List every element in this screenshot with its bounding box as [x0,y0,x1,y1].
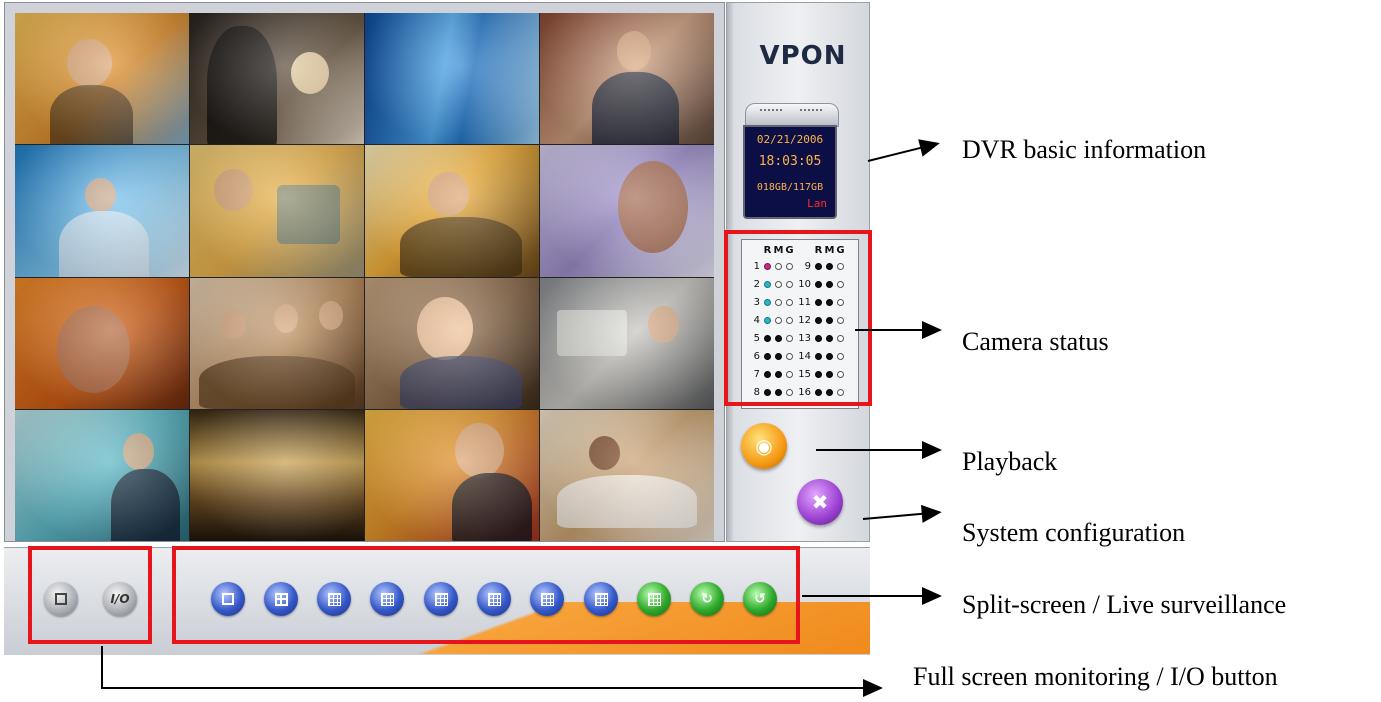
wrench-screwdriver-icon: ✖ [811,491,829,514]
camera-view-9[interactable] [15,277,189,409]
split-13-button[interactable] [530,582,564,616]
split-9-button[interactable] [424,582,458,616]
camera-view-4[interactable] [540,13,714,145]
rotate-icon: ↻ [701,591,713,607]
fullscreen-connector-vertical [101,646,103,688]
split-4-button[interactable] [264,582,298,616]
fullscreen-io-arrow [101,679,883,697]
io-label: I/O [110,592,130,606]
playback-button[interactable]: ◉ [741,423,787,469]
dvr-date: 02/21/2006 [756,133,824,146]
split-screen-caption: Split-screen / Live surveillance [962,590,1287,619]
rotate-reverse-icon: ↺ [754,591,766,607]
dvr-time: 18:03:05 [758,154,822,169]
split-8-button[interactable] [370,582,404,616]
split-grid-icon [487,592,501,606]
fullscreen-icon [55,593,67,605]
split-16-button[interactable] [584,582,618,616]
split-grid-icon [327,592,341,606]
camera-view-2[interactable] [190,13,364,145]
split-grid-icon [380,592,394,606]
camera-view-15[interactable] [365,409,539,541]
camera-view-8[interactable] [540,145,714,277]
io-button[interactable]: I/O [103,582,137,616]
reverse-sequence-button[interactable]: ↺ [743,582,777,616]
camera-view-16[interactable] [540,409,714,541]
dvr-info-caption: DVR basic information [962,135,1207,164]
camera-view-3[interactable] [365,13,539,145]
split-1-button[interactable] [211,582,245,616]
camera-view-11[interactable] [365,277,539,409]
pip-button[interactable] [637,582,671,616]
video-monitor-area [4,2,725,542]
system-config-arrow [862,511,940,520]
split-6-button[interactable] [317,582,351,616]
split-grid-icon [540,592,554,606]
camera-status-highlight [724,230,872,406]
fullscreen-io-caption: Full screen monitoring / I/O button [913,662,1278,691]
quad-view-icon [274,592,288,606]
playback-caption: Playback [962,447,1058,476]
camera-view-6[interactable] [190,145,364,277]
dvr-info-display: 02/21/2006 18:03:05 018GB/117GB Lan [743,103,839,221]
single-view-icon [222,593,234,605]
playback-arrow [816,441,942,459]
playback-disc-icon: ◉ [755,435,773,458]
camera-status-arrow [855,321,942,339]
camera-view-10[interactable] [190,277,364,409]
lcd-screen: 02/21/2006 18:03:05 018GB/117GB Lan [743,125,837,219]
camera-view-5[interactable] [15,145,189,277]
camera-grid [15,13,714,541]
picture-in-picture-icon [647,592,661,606]
brand-logo: VPON [759,41,847,71]
camera-view-7[interactable] [365,145,539,277]
split-10-button[interactable] [477,582,511,616]
dvr-disk-usage: 018GB/117GB [756,182,824,193]
fullscreen-button[interactable] [44,582,78,616]
camera-status-caption: Camera status [962,327,1109,356]
split-grid-icon [594,592,608,606]
camera-view-13[interactable] [15,409,189,541]
camera-view-1[interactable] [15,13,189,145]
split-grid-icon [434,592,448,606]
dvr-network-status: Lan [807,197,827,210]
dvr-info-arrow [867,142,939,162]
camera-view-12[interactable] [540,277,714,409]
system-config-caption: System configuration [962,518,1186,547]
system-configuration-button[interactable]: ✖ [797,479,843,525]
camera-view-14[interactable] [190,409,364,541]
split-screen-arrow [802,587,942,605]
lcd-bezel [745,103,839,127]
auto-sequence-button[interactable]: ↻ [690,582,724,616]
